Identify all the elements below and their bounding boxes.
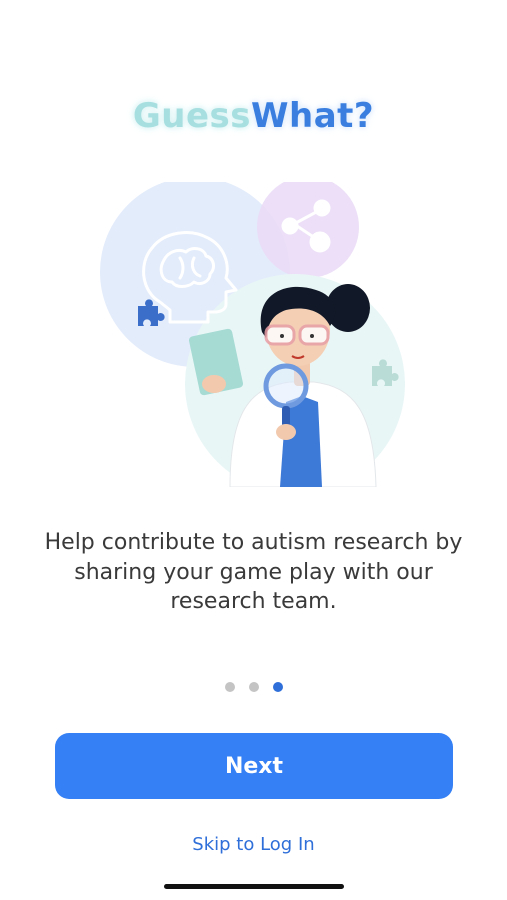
page-dot-3-active [272, 682, 283, 692]
logo-text-guess: Guess [132, 96, 251, 136]
logo-text-what: What? [251, 96, 375, 136]
researcher-illustration [100, 182, 405, 487]
next-button[interactable]: Next [55, 733, 453, 799]
page-dot-2 [248, 682, 259, 692]
home-indicator[interactable] [164, 884, 344, 889]
page-dot-1 [224, 682, 235, 692]
skip-to-login-link[interactable]: Skip to Log In [0, 834, 507, 855]
app-logo: GuessWhat? [0, 96, 507, 136]
onboarding-description: Help contribute to autism research by sh… [44, 530, 463, 614]
page-indicator [0, 682, 507, 692]
